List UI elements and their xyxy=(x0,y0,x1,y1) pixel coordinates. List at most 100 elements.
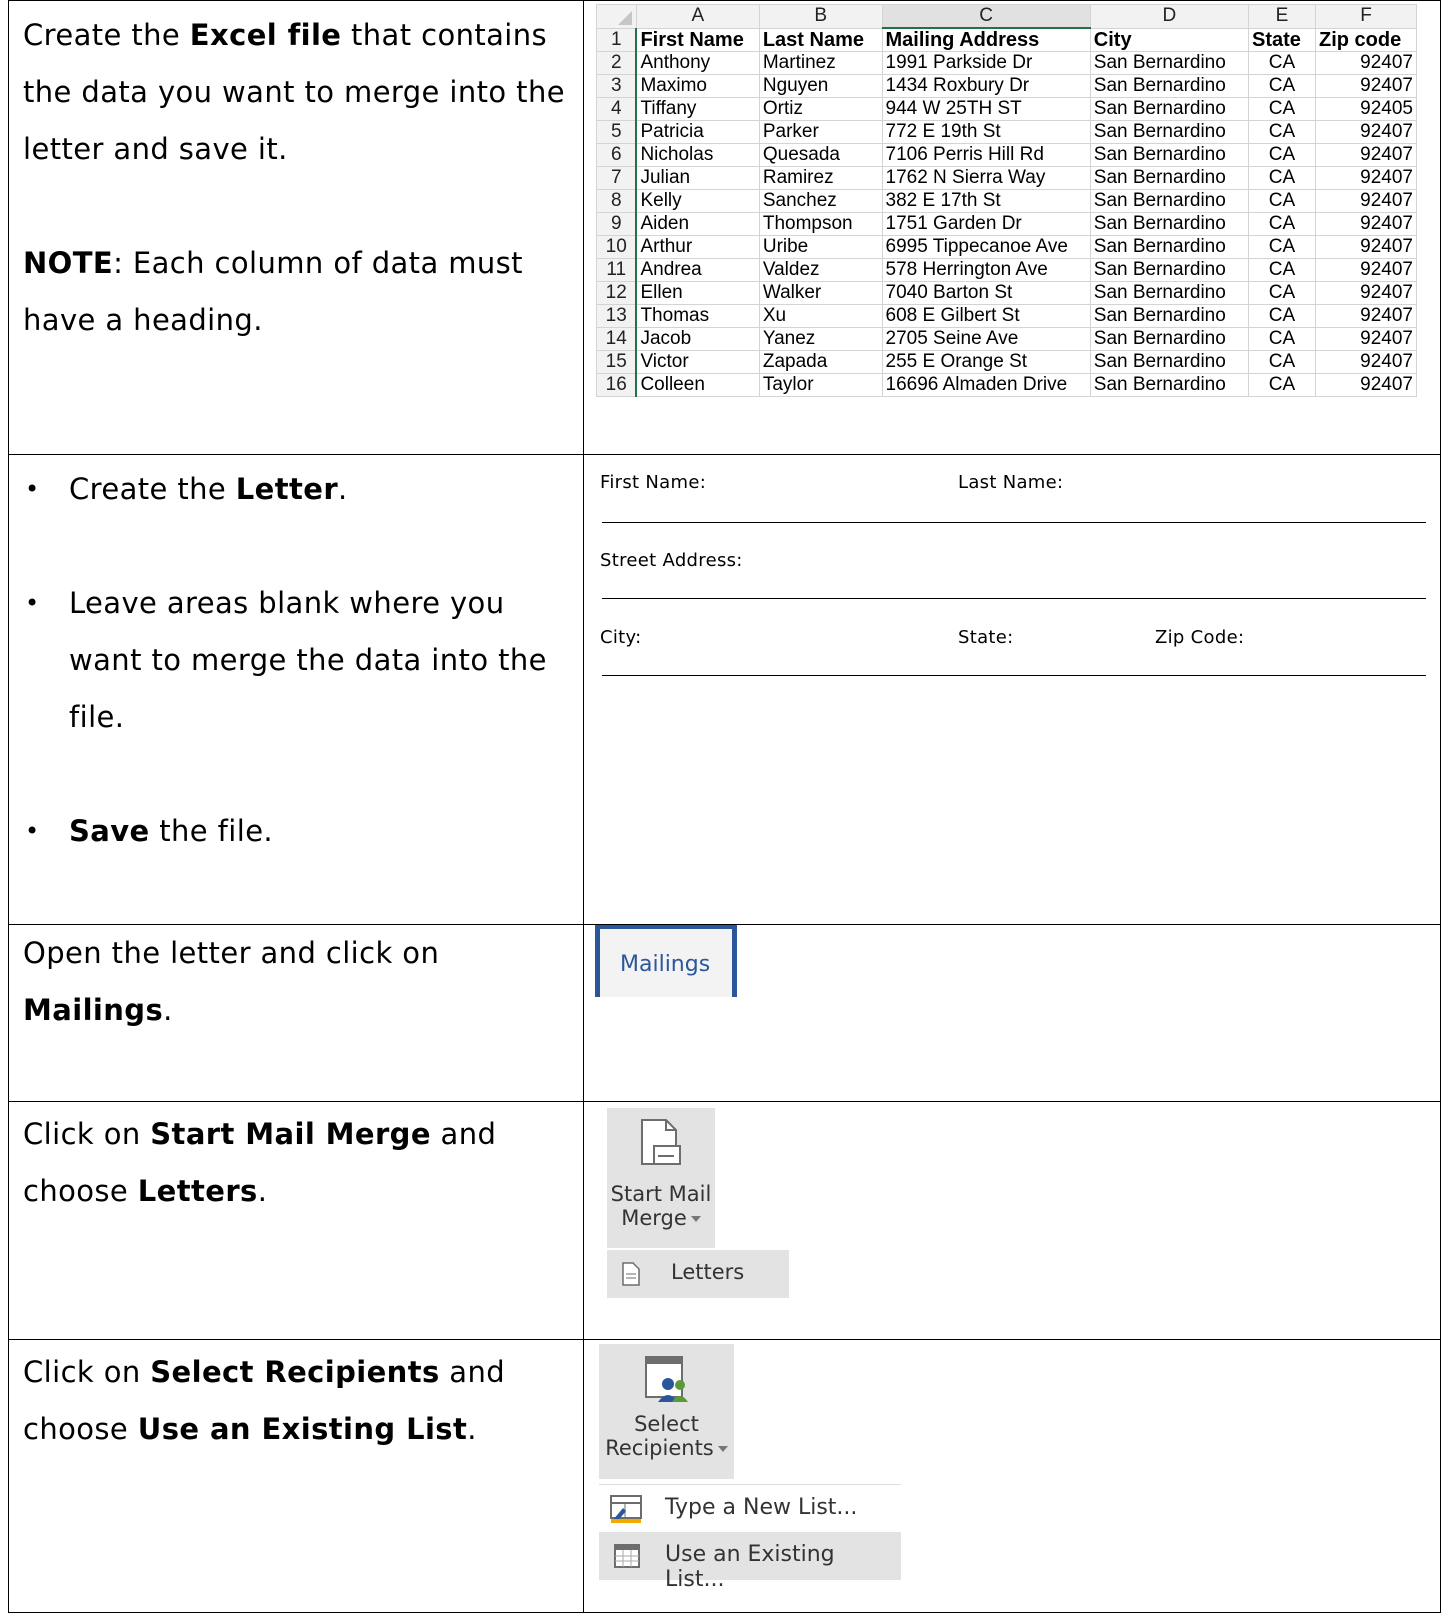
table-cell[interactable]: CA xyxy=(1248,350,1316,374)
table-cell[interactable]: Zapada xyxy=(758,350,883,374)
table-cell[interactable]: Maximo xyxy=(635,74,760,98)
table-cell[interactable]: Ortiz xyxy=(758,97,883,121)
table-cell[interactable]: 1751 Garden Dr xyxy=(881,212,1091,236)
table-cell[interactable]: San Bernardino xyxy=(1089,373,1250,397)
table-cell[interactable]: 92407 xyxy=(1315,304,1417,328)
table-cell[interactable]: 92405 xyxy=(1315,97,1417,121)
column-header-d[interactable]: D xyxy=(1089,4,1250,29)
table-cell[interactable]: Andrea xyxy=(635,258,760,282)
table-cell[interactable]: CA xyxy=(1248,304,1316,328)
table-cell[interactable]: San Bernardino xyxy=(1089,51,1250,75)
table-cell[interactable]: CA xyxy=(1248,258,1316,282)
header-cell[interactable]: Zip code xyxy=(1315,27,1417,52)
table-cell[interactable]: Colleen xyxy=(635,373,760,397)
table-cell[interactable]: 382 E 17th St xyxy=(881,189,1091,213)
table-cell[interactable]: CA xyxy=(1248,327,1316,351)
table-cell[interactable]: 92407 xyxy=(1315,373,1417,397)
header-cell[interactable]: City xyxy=(1089,27,1250,52)
table-cell[interactable]: 92407 xyxy=(1315,120,1417,144)
table-cell[interactable]: Arthur xyxy=(635,235,760,259)
select-all-corner[interactable] xyxy=(596,4,637,29)
table-cell[interactable]: San Bernardino xyxy=(1089,97,1250,121)
table-cell[interactable]: San Bernardino xyxy=(1089,143,1250,167)
header-cell[interactable]: Mailing Address xyxy=(881,27,1091,52)
table-cell[interactable]: 92407 xyxy=(1315,258,1417,282)
row-number[interactable]: 1 xyxy=(596,27,638,52)
table-cell[interactable]: 92407 xyxy=(1315,74,1417,98)
table-cell[interactable]: CA xyxy=(1248,51,1316,75)
table-cell[interactable]: Patricia xyxy=(635,120,760,144)
table-cell[interactable]: CA xyxy=(1248,143,1316,167)
table-cell[interactable]: Walker xyxy=(758,281,883,305)
table-cell[interactable]: 7106 Perris Hill Rd xyxy=(881,143,1091,167)
row-number[interactable]: 11 xyxy=(596,258,638,282)
table-cell[interactable]: 1434 Roxbury Dr xyxy=(881,74,1091,98)
letters-menu-item[interactable]: Letters xyxy=(607,1250,789,1298)
row-number[interactable]: 13 xyxy=(596,304,638,328)
table-cell[interactable]: 2705 Seine Ave xyxy=(881,327,1091,351)
table-cell[interactable]: San Bernardino xyxy=(1089,304,1250,328)
row-number[interactable]: 10 xyxy=(596,235,638,259)
table-cell[interactable]: 944 W 25TH ST xyxy=(881,97,1091,121)
row-number[interactable]: 2 xyxy=(596,51,638,75)
table-cell[interactable]: Xu xyxy=(758,304,883,328)
row-number[interactable]: 15 xyxy=(596,350,638,374)
table-cell[interactable]: 772 E 19th St xyxy=(881,120,1091,144)
table-cell[interactable]: 6995 Tippecanoe Ave xyxy=(881,235,1091,259)
table-cell[interactable]: Victor xyxy=(635,350,760,374)
column-header-f[interactable]: F xyxy=(1315,4,1417,29)
table-cell[interactable]: Kelly xyxy=(635,189,760,213)
table-cell[interactable]: San Bernardino xyxy=(1089,281,1250,305)
column-header-e[interactable]: E xyxy=(1248,4,1316,29)
table-cell[interactable]: 92407 xyxy=(1315,281,1417,305)
row-number[interactable]: 4 xyxy=(596,97,638,121)
table-cell[interactable]: Aiden xyxy=(635,212,760,236)
row-number[interactable]: 9 xyxy=(596,212,638,236)
table-cell[interactable]: CA xyxy=(1248,373,1316,397)
table-cell[interactable]: CA xyxy=(1248,166,1316,190)
table-cell[interactable]: CA xyxy=(1248,97,1316,121)
table-cell[interactable]: Julian xyxy=(635,166,760,190)
column-header-b[interactable]: B xyxy=(758,4,883,29)
table-cell[interactable]: Nicholas xyxy=(635,143,760,167)
row-number[interactable]: 8 xyxy=(596,189,638,213)
column-header-a[interactable]: A xyxy=(635,4,760,29)
type-new-list-item[interactable]: Type a New List... xyxy=(599,1484,901,1533)
table-cell[interactable]: CA xyxy=(1248,189,1316,213)
table-cell[interactable]: 255 E Orange St xyxy=(881,350,1091,374)
table-cell[interactable]: Yanez xyxy=(758,327,883,351)
table-cell[interactable]: 1762 N Sierra Way xyxy=(881,166,1091,190)
table-cell[interactable]: 92407 xyxy=(1315,327,1417,351)
table-cell[interactable]: 92407 xyxy=(1315,143,1417,167)
table-cell[interactable]: 1991 Parkside Dr xyxy=(881,51,1091,75)
table-cell[interactable]: Sanchez xyxy=(758,189,883,213)
header-cell[interactable]: Last Name xyxy=(758,27,883,52)
table-cell[interactable]: Taylor xyxy=(758,373,883,397)
start-mail-merge-button[interactable]: Start Mail Merge xyxy=(607,1108,715,1248)
select-recipients-button[interactable]: Select Recipients xyxy=(599,1344,734,1479)
row-number[interactable]: 6 xyxy=(596,143,638,167)
table-cell[interactable]: San Bernardino xyxy=(1089,120,1250,144)
mailings-tab[interactable]: Mailings xyxy=(595,925,737,997)
table-cell[interactable]: 92407 xyxy=(1315,166,1417,190)
row-number[interactable]: 14 xyxy=(596,327,638,351)
table-cell[interactable]: 92407 xyxy=(1315,189,1417,213)
table-cell[interactable]: Nguyen xyxy=(758,74,883,98)
table-cell[interactable]: 16696 Almaden Drive xyxy=(881,373,1091,397)
row-number[interactable]: 16 xyxy=(596,373,638,397)
table-cell[interactable]: Anthony xyxy=(635,51,760,75)
table-cell[interactable]: Ramirez xyxy=(758,166,883,190)
table-cell[interactable]: Thomas xyxy=(635,304,760,328)
table-cell[interactable]: San Bernardino xyxy=(1089,166,1250,190)
table-cell[interactable]: CA xyxy=(1248,74,1316,98)
row-number[interactable]: 7 xyxy=(596,166,638,190)
table-cell[interactable]: 92407 xyxy=(1315,212,1417,236)
row-number[interactable]: 12 xyxy=(596,281,638,305)
table-cell[interactable]: CA xyxy=(1248,120,1316,144)
table-cell[interactable]: Uribe xyxy=(758,235,883,259)
table-cell[interactable]: San Bernardino xyxy=(1089,327,1250,351)
table-cell[interactable]: San Bernardino xyxy=(1089,74,1250,98)
table-cell[interactable]: Martinez xyxy=(758,51,883,75)
table-cell[interactable]: 92407 xyxy=(1315,51,1417,75)
column-header-c[interactable]: C xyxy=(881,4,1091,29)
